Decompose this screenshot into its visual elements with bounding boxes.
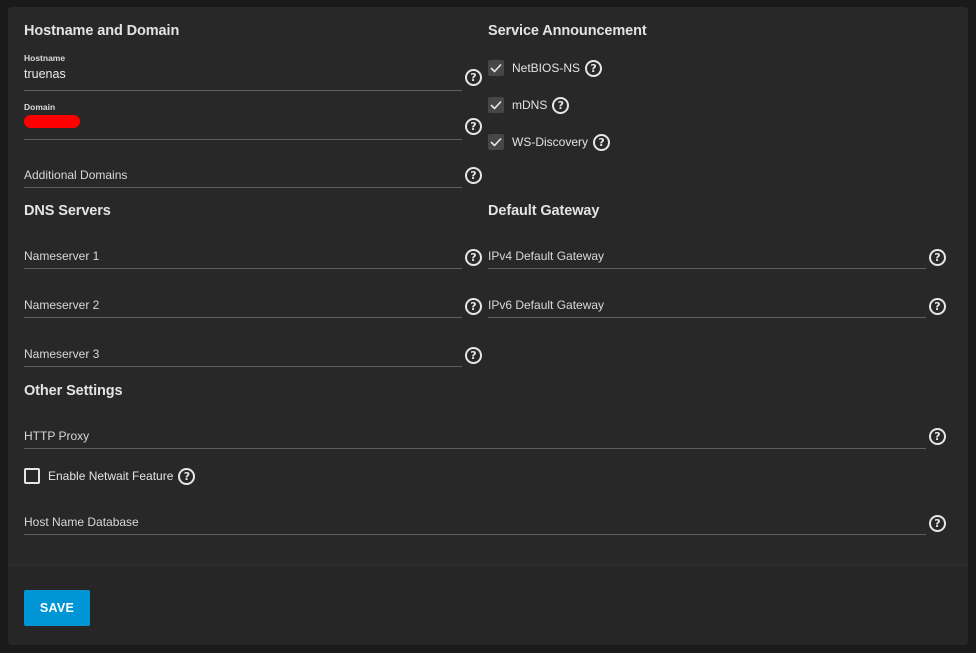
ipv4-default-gateway-label: IPv4 Default Gateway — [488, 249, 605, 263]
nameserver-2-help-icon[interactable]: ? — [465, 298, 482, 315]
http-proxy-label: HTTP Proxy — [24, 429, 90, 443]
check-icon — [490, 100, 502, 110]
domain-value-redacted — [24, 115, 80, 128]
save-button[interactable]: SAVE — [24, 590, 90, 626]
http-proxy-help-icon[interactable]: ? — [929, 428, 946, 445]
ipv6-default-gateway-label: IPv6 Default Gateway — [488, 298, 605, 312]
form-actions-footer — [8, 565, 968, 645]
nameserver-1-label: Nameserver 1 — [24, 249, 100, 263]
http-proxy-underline — [24, 448, 926, 449]
nameserver-2-field[interactable]: Nameserver 2 — [24, 280, 462, 318]
ipv6-default-gateway-help-icon[interactable]: ? — [929, 298, 946, 315]
network-settings-card: Hostname and Domain Hostname truenas ? D… — [8, 7, 968, 645]
check-icon — [490, 137, 502, 147]
mdns-checkbox[interactable] — [488, 97, 504, 113]
hostname-help-icon[interactable]: ? — [465, 69, 482, 86]
section-title-hostname-domain: Hostname and Domain — [24, 23, 180, 39]
host-name-database-help-icon[interactable]: ? — [929, 515, 946, 532]
host-name-database-underline — [24, 534, 926, 535]
ipv4-default-gateway-underline — [488, 268, 926, 269]
hostname-value[interactable]: truenas — [24, 67, 66, 81]
ipv4-default-gateway-field[interactable]: IPv4 Default Gateway — [488, 231, 926, 269]
nameserver-3-help-icon[interactable]: ? — [465, 347, 482, 364]
domain-label: Domain — [24, 102, 56, 112]
additional-domains-field[interactable]: Additional Domains — [24, 150, 462, 188]
hostname-field[interactable]: Hostname truenas — [24, 53, 462, 91]
ipv6-default-gateway-underline — [488, 317, 926, 318]
ws-discovery-label: WS-Discovery — [512, 135, 589, 149]
checkbox-row-netbios-ns[interactable]: NetBIOS-NS ? — [488, 59, 603, 77]
mdns-help-icon[interactable]: ? — [552, 96, 570, 114]
section-title-service-announcement: Service Announcement — [488, 23, 647, 39]
additional-domains-underline — [24, 187, 462, 188]
ipv4-default-gateway-help-icon[interactable]: ? — [929, 249, 946, 266]
additional-domains-label: Additional Domains — [24, 168, 128, 182]
nameserver-3-underline — [24, 366, 462, 367]
netbios-ns-checkbox[interactable] — [488, 60, 504, 76]
domain-underline — [24, 139, 462, 140]
nameserver-3-field[interactable]: Nameserver 3 — [24, 329, 462, 367]
host-name-database-label: Host Name Database — [24, 515, 139, 529]
netbios-ns-label: NetBIOS-NS — [512, 61, 581, 75]
check-icon — [490, 63, 502, 73]
netwait-help-icon[interactable]: ? — [178, 467, 196, 485]
hostname-underline — [24, 90, 462, 91]
ws-discovery-help-icon[interactable]: ? — [593, 133, 611, 151]
checkbox-row-ws-discovery[interactable]: WS-Discovery ? — [488, 133, 611, 151]
mdns-label: mDNS — [512, 98, 548, 112]
section-title-other-settings: Other Settings — [24, 383, 123, 399]
domain-field[interactable]: Domain — [24, 102, 462, 140]
ipv6-default-gateway-field[interactable]: IPv6 Default Gateway — [488, 280, 926, 318]
ws-discovery-checkbox[interactable] — [488, 134, 504, 150]
http-proxy-field[interactable]: HTTP Proxy — [24, 411, 926, 449]
nameserver-3-label: Nameserver 3 — [24, 347, 100, 361]
section-title-default-gateway: Default Gateway — [488, 203, 600, 219]
checkbox-row-netwait[interactable]: Enable Netwait Feature ? — [24, 467, 196, 485]
nameserver-2-underline — [24, 317, 462, 318]
nameserver-1-field[interactable]: Nameserver 1 — [24, 231, 462, 269]
domain-help-icon[interactable]: ? — [465, 118, 482, 135]
netwait-checkbox[interactable] — [24, 468, 40, 484]
additional-domains-help-icon[interactable]: ? — [465, 167, 482, 184]
netwait-label: Enable Netwait Feature — [48, 469, 174, 483]
nameserver-2-label: Nameserver 2 — [24, 298, 100, 312]
hostname-label: Hostname — [24, 53, 66, 63]
netbios-ns-help-icon[interactable]: ? — [585, 59, 603, 77]
host-name-database-field[interactable]: Host Name Database — [24, 497, 926, 535]
checkbox-row-mdns[interactable]: mDNS ? — [488, 96, 570, 114]
section-title-dns-servers: DNS Servers — [24, 203, 111, 219]
nameserver-1-help-icon[interactable]: ? — [465, 249, 482, 266]
nameserver-1-underline — [24, 268, 462, 269]
